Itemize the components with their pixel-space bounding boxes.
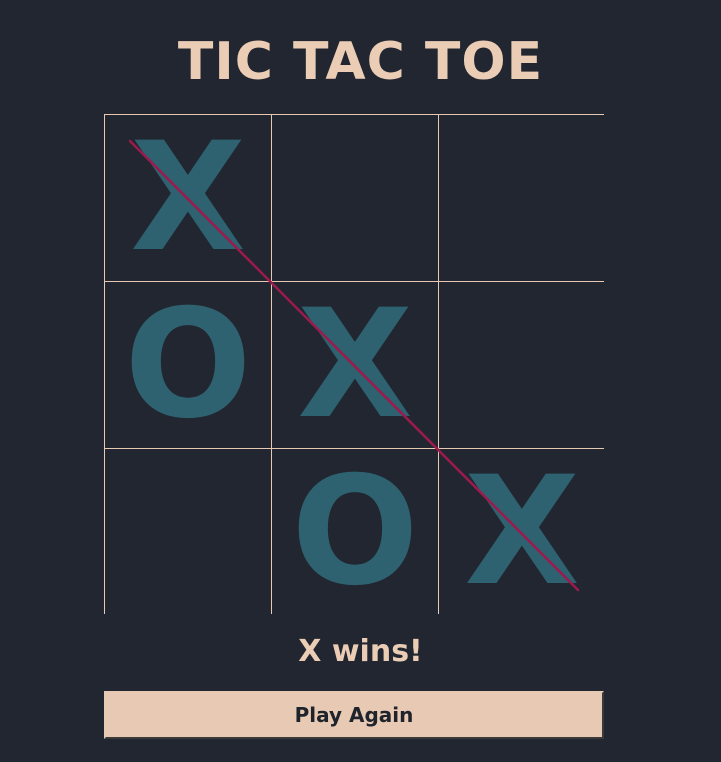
play-again-button[interactable]: Play Again bbox=[104, 691, 604, 739]
board-cell[interactable] bbox=[439, 115, 605, 281]
board-cell[interactable] bbox=[105, 449, 271, 615]
game-title: TIC TAC TOE bbox=[177, 32, 544, 92]
game-board: X O X O X bbox=[104, 114, 605, 615]
board-cell[interactable]: O bbox=[272, 449, 438, 615]
board-cell[interactable]: O bbox=[105, 282, 271, 448]
game-status: X wins! bbox=[298, 634, 423, 669]
board-cell[interactable]: X bbox=[272, 282, 438, 448]
board-cell[interactable] bbox=[272, 115, 438, 281]
board-cell[interactable]: X bbox=[439, 449, 605, 615]
board-cell[interactable] bbox=[439, 282, 605, 448]
board-cell[interactable]: X bbox=[105, 115, 271, 281]
